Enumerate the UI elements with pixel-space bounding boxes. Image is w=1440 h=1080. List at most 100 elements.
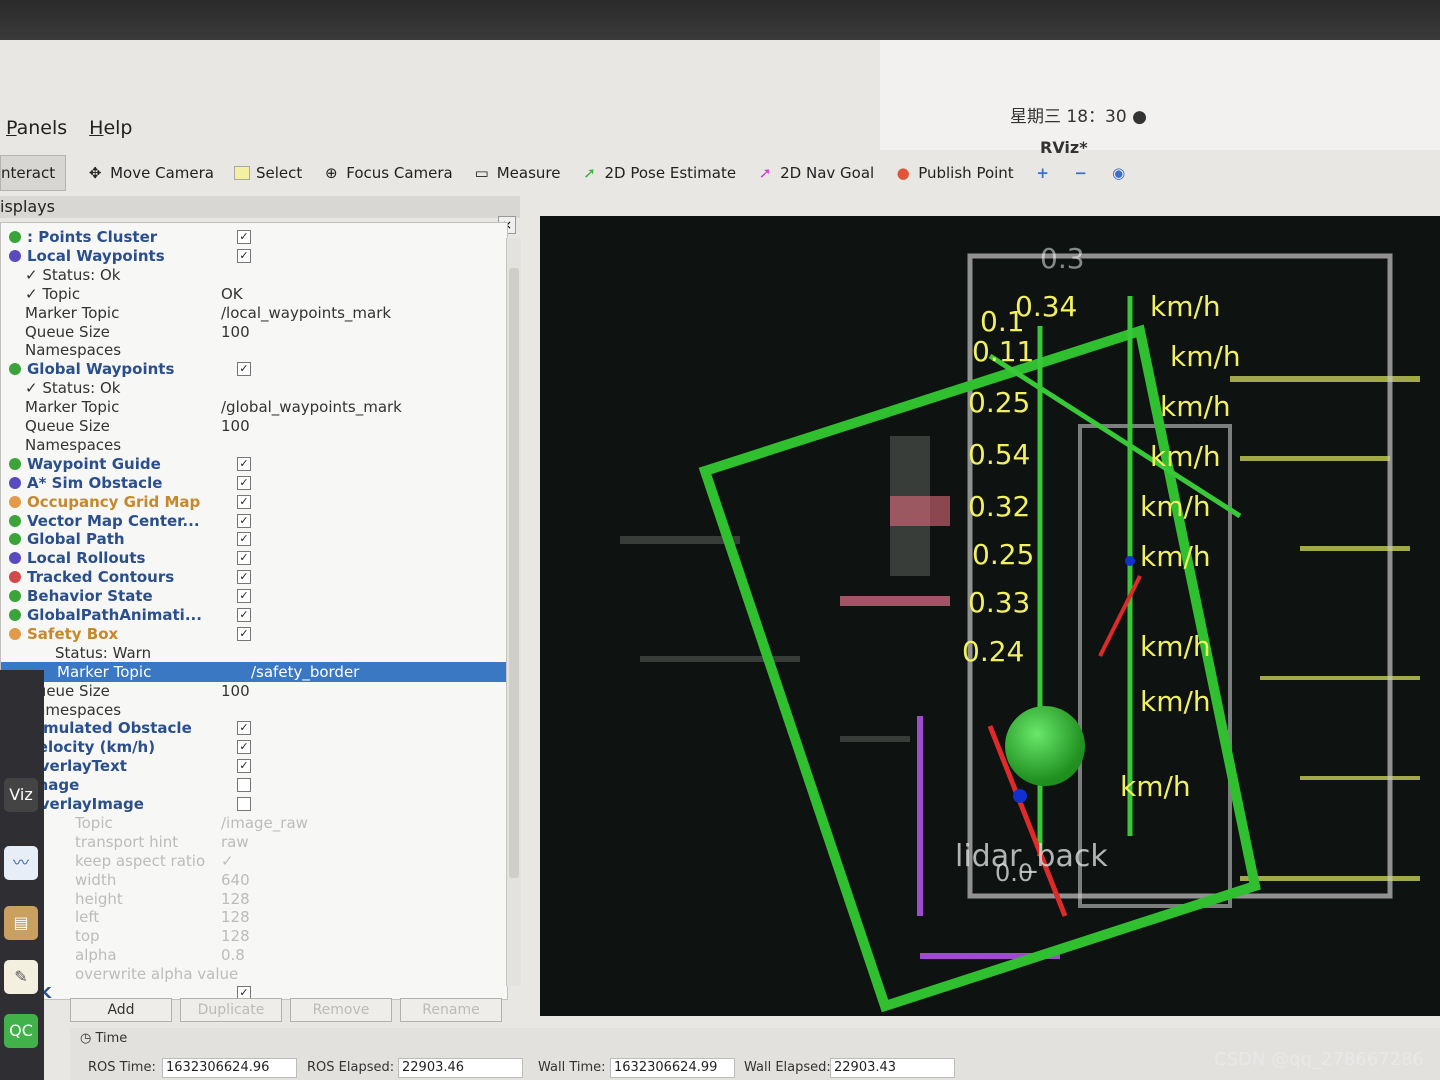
pose-estimate-tool[interactable]: ➚ 2D Pose Estimate <box>580 164 736 182</box>
tree-row[interactable]: left 128 <box>1 907 507 927</box>
remove-button[interactable]: Remove <box>290 998 392 1022</box>
speed-label: 0.33 <box>968 586 1030 619</box>
tree-row[interactable]: ✓ Status: Ok <box>1 378 507 398</box>
tree-row[interactable]: GlobalPathAnimati... ✓ <box>1 605 507 625</box>
tree-row[interactable]: Local Waypoints ✓ <box>1 246 507 266</box>
publish-point-tool[interactable]: ● Publish Point <box>894 164 1014 182</box>
red-obstacle-marker <box>840 596 950 606</box>
nav-goal-tool[interactable]: ➚ 2D Nav Goal <box>756 164 874 182</box>
3d-viewport[interactable]: 0.3 0.1 0.34 0.11 0.25 0.54 0.32 0.25 0.… <box>540 216 1440 1016</box>
visibility-checkbox[interactable]: ✓ <box>237 456 251 471</box>
duplicate-button[interactable]: Duplicate <box>180 998 282 1022</box>
visibility-checkbox[interactable]: ✓ <box>237 513 251 528</box>
tree-row[interactable]: transport hint raw <box>1 832 507 852</box>
tree-row[interactable]: Velocity (km/h) ✓ <box>1 737 507 757</box>
visibility-checkbox[interactable]: ✓ <box>237 475 251 490</box>
visibility-checkbox[interactable]: ✓ <box>237 721 251 736</box>
tree-row[interactable]: Marker Topic/safety_border <box>1 661 507 682</box>
wall-time-field[interactable]: 1632306624.99 <box>610 1058 735 1078</box>
menu-help[interactable]: Help <box>89 117 132 139</box>
visibility-checkbox[interactable]: ✓ <box>237 230 251 244</box>
dock-app-editor[interactable]: ✎ <box>4 960 38 994</box>
select-tool[interactable]: Select <box>233 164 302 182</box>
tree-row[interactable]: Safety Box ✓ <box>1 624 507 644</box>
tree-row[interactable]: Local Rollouts ✓ <box>1 548 507 568</box>
tree-row[interactable]: top 128 <box>1 926 507 946</box>
tree-row-label: overwrite alpha value <box>75 965 239 984</box>
dock-app-rviz[interactable]: Viz <box>4 778 38 812</box>
tree-row[interactable]: height 128 <box>1 889 507 909</box>
tree-row[interactable]: ✓ Status: Ok <box>1 265 507 285</box>
tree-row[interactable]: Marker Topic/local_waypoints_mark <box>1 303 507 323</box>
add-tool-button[interactable]: + <box>1034 165 1052 181</box>
tree-row[interactable]: keep aspect ratio ✓ <box>1 851 507 871</box>
dock-app-qc[interactable]: QC <box>4 1014 38 1048</box>
tree-scrollbar[interactable] <box>506 238 521 986</box>
tree-row-label: height <box>75 889 123 908</box>
tree-row[interactable]: Status: Warn <box>1 643 507 663</box>
tree-row[interactable]: Global Waypoints ✓ <box>1 359 507 379</box>
tree-row[interactable]: overwrite alpha value <box>1 964 507 984</box>
add-button[interactable]: Add <box>70 998 172 1022</box>
dock-app-wave[interactable]: 〰 <box>4 846 38 880</box>
tree-row[interactable]: Tracked Contours ✓ <box>1 567 507 587</box>
visibility-checkbox[interactable]: ✓ <box>237 740 251 755</box>
visibility-checkbox[interactable]: ✓ <box>237 608 251 622</box>
visibility-checkbox[interactable]: ✓ <box>237 532 251 547</box>
wall-elapsed-field[interactable]: 22903.43 <box>830 1058 955 1078</box>
tree-row-label: Marker Topic <box>57 662 152 681</box>
ros-elapsed-field[interactable]: 22903.46 <box>398 1058 523 1078</box>
tree-row[interactable]: Topic/image_raw <box>1 813 507 833</box>
tree-row[interactable]: : Points Cluster ✓ <box>1 227 507 247</box>
tree-row[interactable]: Namespaces <box>1 435 507 455</box>
visibility-checkbox[interactable]: ✓ <box>237 589 251 604</box>
visibility-checkbox[interactable]: ✓ <box>237 551 251 566</box>
visibility-checkbox[interactable] <box>237 797 251 811</box>
tree-row[interactable]: Global Path ✓ <box>1 529 507 549</box>
tree-row[interactable]: A* Sim Obstacle ✓ <box>1 473 507 493</box>
tree-row[interactable]: Queue Size 100 <box>1 416 507 436</box>
tree-row-label: Simulated Obstacle <box>27 719 192 738</box>
tree-row[interactable]: Namespaces <box>1 340 507 360</box>
interact-tool[interactable]: nteract <box>0 155 67 191</box>
speed-label: 0.32 <box>968 490 1030 523</box>
visibility-checkbox[interactable] <box>237 778 251 793</box>
tree-row[interactable]: Marker Topic/global_waypoints_mark <box>1 397 507 417</box>
move-camera-tool[interactable]: ✥ Move Camera <box>86 164 214 182</box>
scrollbar-thumb[interactable] <box>509 268 519 878</box>
visibility-checkbox[interactable]: ✓ <box>237 570 251 585</box>
tree-row[interactable]: width 640 <box>1 870 507 890</box>
tree-row[interactable]: Queue Size 100 <box>1 681 507 701</box>
visibility-checkbox[interactable]: ✓ <box>237 248 251 263</box>
tree-row[interactable]: Occupancy Grid Map ✓ <box>1 492 507 512</box>
visibility-checkbox[interactable]: ✓ <box>237 759 251 774</box>
ros-time-field[interactable]: 1632306624.96 <box>162 1058 297 1078</box>
display-type-icon <box>9 552 21 565</box>
ros-time-label: ROS Time: <box>88 1060 156 1075</box>
visibility-checkbox[interactable]: ✓ <box>237 494 251 509</box>
visibility-checkbox[interactable]: ✓ <box>237 626 251 641</box>
measure-tool[interactable]: ▭ Measure <box>473 164 561 182</box>
tree-row[interactable]: Queue Size 100 <box>1 322 507 342</box>
menu-panels[interactable]: Panels <box>6 117 67 139</box>
visibility-checkbox[interactable]: ✓ <box>237 362 251 377</box>
tree-row[interactable]: Vector Map Center... ✓ <box>1 511 507 531</box>
tree-row[interactable]: ✓ Topic OK <box>1 284 507 304</box>
speed-label: 0.25 <box>972 538 1034 571</box>
tree-row-label: width <box>75 870 117 889</box>
tree-row[interactable]: Waypoint Guide ✓ <box>1 454 507 474</box>
focus-camera-tool[interactable]: ⊕ Focus Camera <box>322 164 453 182</box>
tree-row[interactable]: alpha 0.8 <box>1 945 507 965</box>
tree-row[interactable]: OverlayImage <box>1 794 507 814</box>
rename-button[interactable]: Rename <box>400 998 502 1022</box>
tree-row[interactable]: Image <box>1 775 507 795</box>
tree-row[interactable]: Simulated Obstacle ✓ <box>1 718 507 738</box>
remove-tool-button[interactable]: − <box>1072 165 1090 181</box>
tree-row[interactable]: Namespaces <box>1 700 507 720</box>
tree-row-value: /image_raw <box>221 813 308 832</box>
tree-row-label: Velocity (km/h) <box>27 738 156 757</box>
tool-properties-button[interactable]: ◉ <box>1110 165 1128 181</box>
dock-app-archive[interactable]: ▤ <box>4 906 38 940</box>
tree-row[interactable]: Behavior State ✓ <box>1 586 507 606</box>
tree-row[interactable]: OverlayText ✓ <box>1 756 507 776</box>
